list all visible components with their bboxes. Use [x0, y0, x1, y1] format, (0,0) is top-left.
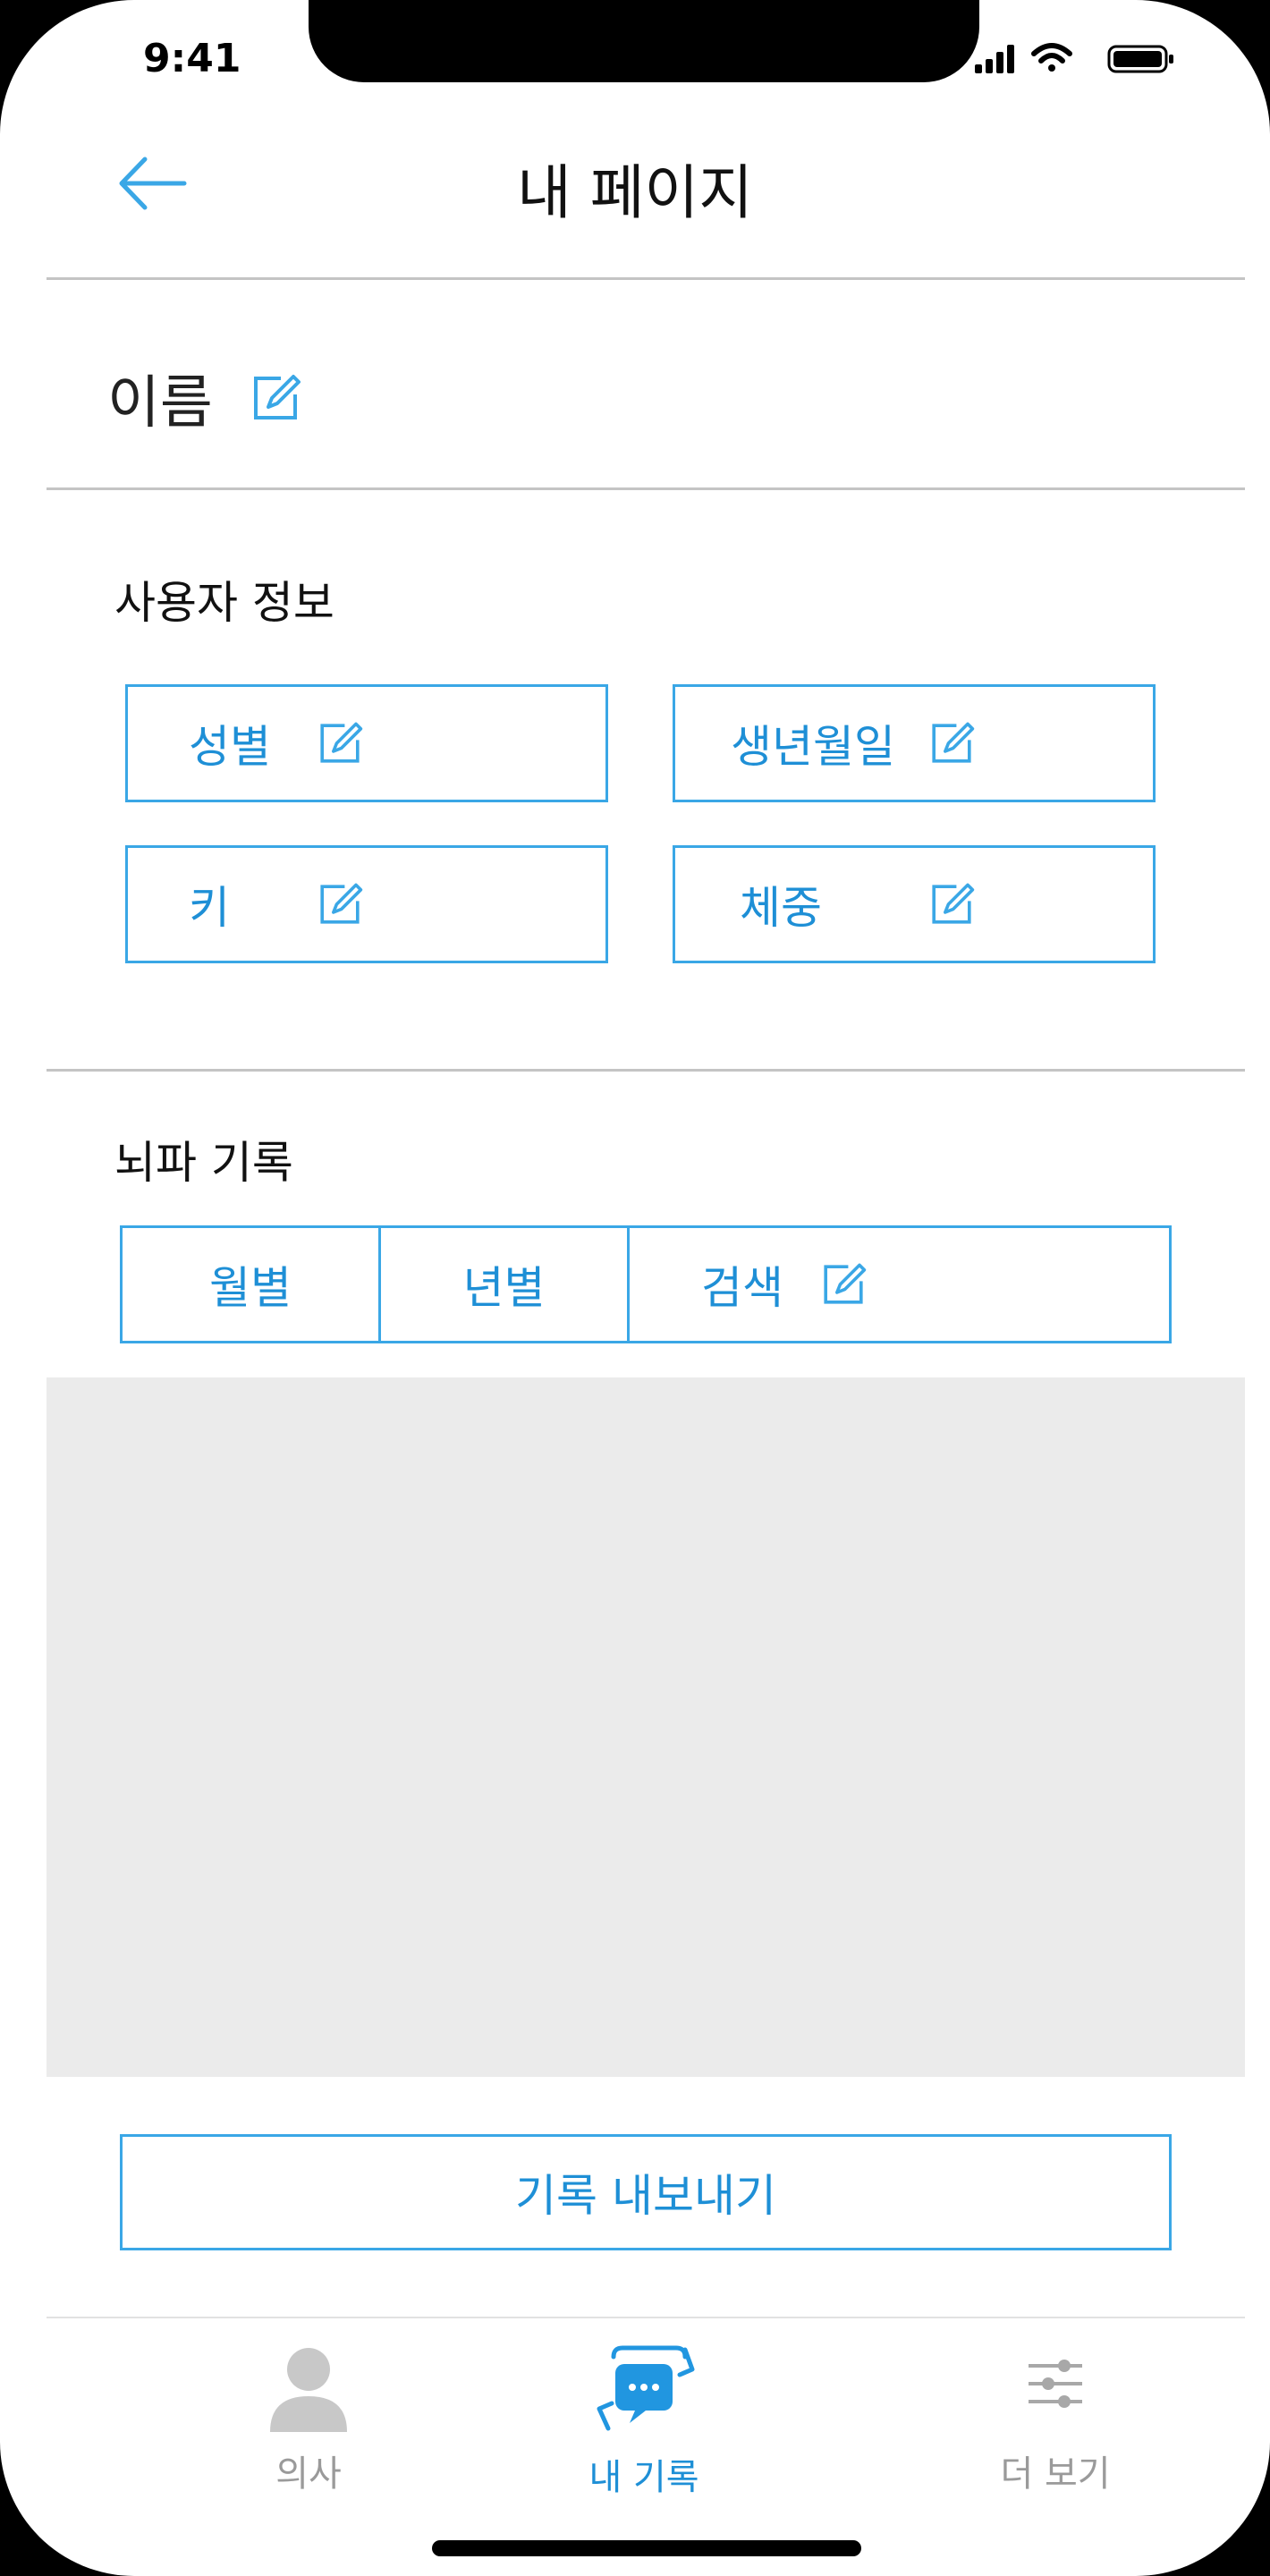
sliders-icon [1029, 2360, 1082, 2408]
eeg-records-title: 뇌파 기록 [114, 1137, 293, 1189]
wifi-icon [1031, 43, 1072, 72]
edit-icon[interactable] [249, 371, 302, 425]
notch [309, 0, 979, 82]
export-records-button[interactable]: 기록 내보내기 [120, 2134, 1172, 2250]
signal-icon [975, 45, 1014, 73]
height-field[interactable]: 키 [125, 845, 608, 963]
birthdate-field[interactable]: 생년월일 [673, 684, 1156, 802]
person-icon [270, 2348, 347, 2432]
weight-field[interactable]: 체중 [673, 845, 1156, 963]
tab-bar-doctor[interactable]: 의사 [174, 2339, 443, 2495]
home-indicator [432, 2540, 861, 2556]
tab-bar-label: 내 기록 [588, 2457, 699, 2498]
tab-search[interactable]: 검색 [627, 1228, 1169, 1341]
tab-bar-label: 더 보기 [1000, 2453, 1111, 2495]
tab-monthly[interactable]: 월별 [123, 1228, 378, 1341]
chat-bubble-icon [597, 2345, 695, 2431]
edit-icon[interactable] [927, 719, 976, 767]
battery-icon [1107, 45, 1173, 73]
edit-icon[interactable] [819, 1260, 868, 1309]
tab-label: 월별 [209, 1262, 292, 1314]
tab-bar-divider [47, 2317, 1245, 2318]
gender-field[interactable]: 성별 [125, 684, 608, 802]
profile-divider [47, 487, 1245, 490]
status-icons [975, 39, 1190, 75]
tab-bar-my-records[interactable]: 내 기록 [510, 2339, 778, 2498]
field-label-height: 키 [189, 882, 230, 934]
field-label-birthdate: 생년월일 [731, 721, 895, 773]
page-title: 내 페이지 [517, 158, 753, 227]
tab-label: 검색 [701, 1262, 783, 1314]
tab-bar-more[interactable]: 더 보기 [921, 2339, 1190, 2495]
tab-yearly[interactable]: 년별 [378, 1228, 627, 1341]
edit-icon[interactable] [927, 880, 976, 928]
field-label-weight: 체중 [740, 882, 822, 934]
record-tabs: 월별 년별 검색 [120, 1225, 1172, 1343]
edit-icon[interactable] [316, 880, 364, 928]
user-info-title: 사용자 정보 [114, 577, 334, 629]
header-divider [47, 277, 1245, 280]
tab-bar-label: 의사 [275, 2453, 342, 2495]
profile-name-label: 이름 [107, 370, 213, 436]
phone-screen: 9:41 내 페이지 이름 사용자 정보 성별 생년월일 키 체중 뇌파 기록 … [0, 0, 1270, 2576]
edit-icon[interactable] [316, 719, 364, 767]
export-button-label: 기록 내보내기 [515, 2170, 776, 2222]
field-label-gender: 성별 [189, 721, 271, 773]
record-chart-placeholder [47, 1377, 1245, 2077]
profile-name-row[interactable]: 이름 [107, 358, 302, 438]
user-info-divider [47, 1069, 1245, 1072]
status-time: 9:41 [143, 36, 241, 81]
tab-label: 년별 [462, 1262, 546, 1314]
